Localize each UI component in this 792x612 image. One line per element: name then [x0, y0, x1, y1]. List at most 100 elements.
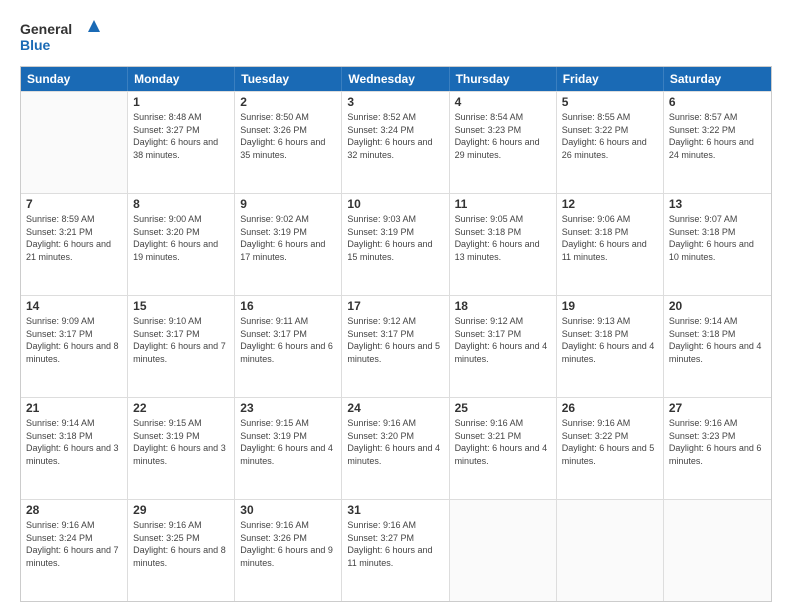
cell-info: Sunrise: 9:15 AMSunset: 3:19 PMDaylight:…	[133, 418, 226, 466]
day-number: 31	[347, 503, 443, 517]
calendar-cell: 10 Sunrise: 9:03 AMSunset: 3:19 PMDaylig…	[342, 194, 449, 295]
day-number: 14	[26, 299, 122, 313]
day-number: 29	[133, 503, 229, 517]
calendar-cell: 13 Sunrise: 9:07 AMSunset: 3:18 PMDaylig…	[664, 194, 771, 295]
calendar-cell: 11 Sunrise: 9:05 AMSunset: 3:18 PMDaylig…	[450, 194, 557, 295]
day-number: 4	[455, 95, 551, 109]
calendar-cell: 8 Sunrise: 9:00 AMSunset: 3:20 PMDayligh…	[128, 194, 235, 295]
cell-info: Sunrise: 8:57 AMSunset: 3:22 PMDaylight:…	[669, 112, 754, 160]
day-number: 15	[133, 299, 229, 313]
calendar-cell: 24 Sunrise: 9:16 AMSunset: 3:20 PMDaylig…	[342, 398, 449, 499]
cell-info: Sunrise: 8:48 AMSunset: 3:27 PMDaylight:…	[133, 112, 218, 160]
day-number: 2	[240, 95, 336, 109]
calendar-cell: 23 Sunrise: 9:15 AMSunset: 3:19 PMDaylig…	[235, 398, 342, 499]
cell-info: Sunrise: 9:15 AMSunset: 3:19 PMDaylight:…	[240, 418, 333, 466]
svg-text:General: General	[20, 21, 72, 37]
day-number: 13	[669, 197, 766, 211]
cell-info: Sunrise: 9:13 AMSunset: 3:18 PMDaylight:…	[562, 316, 655, 364]
day-number: 25	[455, 401, 551, 415]
day-number: 22	[133, 401, 229, 415]
cell-info: Sunrise: 9:00 AMSunset: 3:20 PMDaylight:…	[133, 214, 218, 262]
day-number: 17	[347, 299, 443, 313]
calendar-cell	[664, 500, 771, 601]
calendar-cell: 4 Sunrise: 8:54 AMSunset: 3:23 PMDayligh…	[450, 92, 557, 193]
calendar-cell	[557, 500, 664, 601]
header-day: Thursday	[450, 67, 557, 91]
calendar-cell: 31 Sunrise: 9:16 AMSunset: 3:27 PMDaylig…	[342, 500, 449, 601]
calendar-cell: 21 Sunrise: 9:14 AMSunset: 3:18 PMDaylig…	[21, 398, 128, 499]
calendar-cell: 2 Sunrise: 8:50 AMSunset: 3:26 PMDayligh…	[235, 92, 342, 193]
day-number: 26	[562, 401, 658, 415]
day-number: 10	[347, 197, 443, 211]
calendar-cell: 14 Sunrise: 9:09 AMSunset: 3:17 PMDaylig…	[21, 296, 128, 397]
calendar-week: 28 Sunrise: 9:16 AMSunset: 3:24 PMDaylig…	[21, 499, 771, 601]
cell-info: Sunrise: 9:12 AMSunset: 3:17 PMDaylight:…	[455, 316, 548, 364]
calendar-week: 21 Sunrise: 9:14 AMSunset: 3:18 PMDaylig…	[21, 397, 771, 499]
cell-info: Sunrise: 9:14 AMSunset: 3:18 PMDaylight:…	[26, 418, 119, 466]
calendar-week: 1 Sunrise: 8:48 AMSunset: 3:27 PMDayligh…	[21, 91, 771, 193]
day-number: 9	[240, 197, 336, 211]
cell-info: Sunrise: 8:55 AMSunset: 3:22 PMDaylight:…	[562, 112, 647, 160]
cell-info: Sunrise: 9:03 AMSunset: 3:19 PMDaylight:…	[347, 214, 432, 262]
calendar-cell: 28 Sunrise: 9:16 AMSunset: 3:24 PMDaylig…	[21, 500, 128, 601]
calendar: SundayMondayTuesdayWednesdayThursdayFrid…	[20, 66, 772, 602]
calendar-cell: 5 Sunrise: 8:55 AMSunset: 3:22 PMDayligh…	[557, 92, 664, 193]
calendar-cell: 27 Sunrise: 9:16 AMSunset: 3:23 PMDaylig…	[664, 398, 771, 499]
header-day: Sunday	[21, 67, 128, 91]
cell-info: Sunrise: 8:52 AMSunset: 3:24 PMDaylight:…	[347, 112, 432, 160]
day-number: 5	[562, 95, 658, 109]
calendar-cell: 7 Sunrise: 8:59 AMSunset: 3:21 PMDayligh…	[21, 194, 128, 295]
day-number: 12	[562, 197, 658, 211]
cell-info: Sunrise: 9:09 AMSunset: 3:17 PMDaylight:…	[26, 316, 119, 364]
day-number: 24	[347, 401, 443, 415]
day-number: 6	[669, 95, 766, 109]
calendar-week: 7 Sunrise: 8:59 AMSunset: 3:21 PMDayligh…	[21, 193, 771, 295]
calendar-cell: 26 Sunrise: 9:16 AMSunset: 3:22 PMDaylig…	[557, 398, 664, 499]
calendar-cell: 19 Sunrise: 9:13 AMSunset: 3:18 PMDaylig…	[557, 296, 664, 397]
calendar-cell	[21, 92, 128, 193]
calendar-cell: 29 Sunrise: 9:16 AMSunset: 3:25 PMDaylig…	[128, 500, 235, 601]
logo-svg: General Blue	[20, 18, 100, 58]
cell-info: Sunrise: 9:16 AMSunset: 3:22 PMDaylight:…	[562, 418, 655, 466]
day-number: 11	[455, 197, 551, 211]
cell-info: Sunrise: 9:16 AMSunset: 3:20 PMDaylight:…	[347, 418, 440, 466]
header-day: Friday	[557, 67, 664, 91]
calendar-cell	[450, 500, 557, 601]
cell-info: Sunrise: 9:16 AMSunset: 3:26 PMDaylight:…	[240, 520, 333, 568]
calendar-cell: 17 Sunrise: 9:12 AMSunset: 3:17 PMDaylig…	[342, 296, 449, 397]
day-number: 18	[455, 299, 551, 313]
cell-info: Sunrise: 9:16 AMSunset: 3:21 PMDaylight:…	[455, 418, 548, 466]
day-number: 27	[669, 401, 766, 415]
day-number: 8	[133, 197, 229, 211]
day-number: 19	[562, 299, 658, 313]
header-day: Monday	[128, 67, 235, 91]
cell-info: Sunrise: 9:12 AMSunset: 3:17 PMDaylight:…	[347, 316, 440, 364]
day-number: 1	[133, 95, 229, 109]
svg-text:Blue: Blue	[20, 37, 51, 53]
day-number: 7	[26, 197, 122, 211]
logo: General Blue	[20, 18, 100, 58]
calendar-cell: 16 Sunrise: 9:11 AMSunset: 3:17 PMDaylig…	[235, 296, 342, 397]
day-number: 23	[240, 401, 336, 415]
calendar-cell: 3 Sunrise: 8:52 AMSunset: 3:24 PMDayligh…	[342, 92, 449, 193]
cell-info: Sunrise: 9:14 AMSunset: 3:18 PMDaylight:…	[669, 316, 762, 364]
calendar-body: 1 Sunrise: 8:48 AMSunset: 3:27 PMDayligh…	[21, 91, 771, 601]
page: General Blue SundayMondayTuesdayWednesda…	[0, 0, 792, 612]
cell-info: Sunrise: 9:16 AMSunset: 3:23 PMDaylight:…	[669, 418, 762, 466]
cell-info: Sunrise: 8:50 AMSunset: 3:26 PMDaylight:…	[240, 112, 325, 160]
calendar-cell: 6 Sunrise: 8:57 AMSunset: 3:22 PMDayligh…	[664, 92, 771, 193]
calendar-cell: 12 Sunrise: 9:06 AMSunset: 3:18 PMDaylig…	[557, 194, 664, 295]
day-number: 3	[347, 95, 443, 109]
day-number: 16	[240, 299, 336, 313]
cell-info: Sunrise: 9:07 AMSunset: 3:18 PMDaylight:…	[669, 214, 754, 262]
cell-info: Sunrise: 9:16 AMSunset: 3:27 PMDaylight:…	[347, 520, 432, 568]
header-day: Wednesday	[342, 67, 449, 91]
calendar-cell: 18 Sunrise: 9:12 AMSunset: 3:17 PMDaylig…	[450, 296, 557, 397]
calendar-cell: 30 Sunrise: 9:16 AMSunset: 3:26 PMDaylig…	[235, 500, 342, 601]
calendar-cell: 22 Sunrise: 9:15 AMSunset: 3:19 PMDaylig…	[128, 398, 235, 499]
cell-info: Sunrise: 8:59 AMSunset: 3:21 PMDaylight:…	[26, 214, 111, 262]
cell-info: Sunrise: 9:06 AMSunset: 3:18 PMDaylight:…	[562, 214, 647, 262]
header-day: Tuesday	[235, 67, 342, 91]
day-number: 20	[669, 299, 766, 313]
cell-info: Sunrise: 9:02 AMSunset: 3:19 PMDaylight:…	[240, 214, 325, 262]
